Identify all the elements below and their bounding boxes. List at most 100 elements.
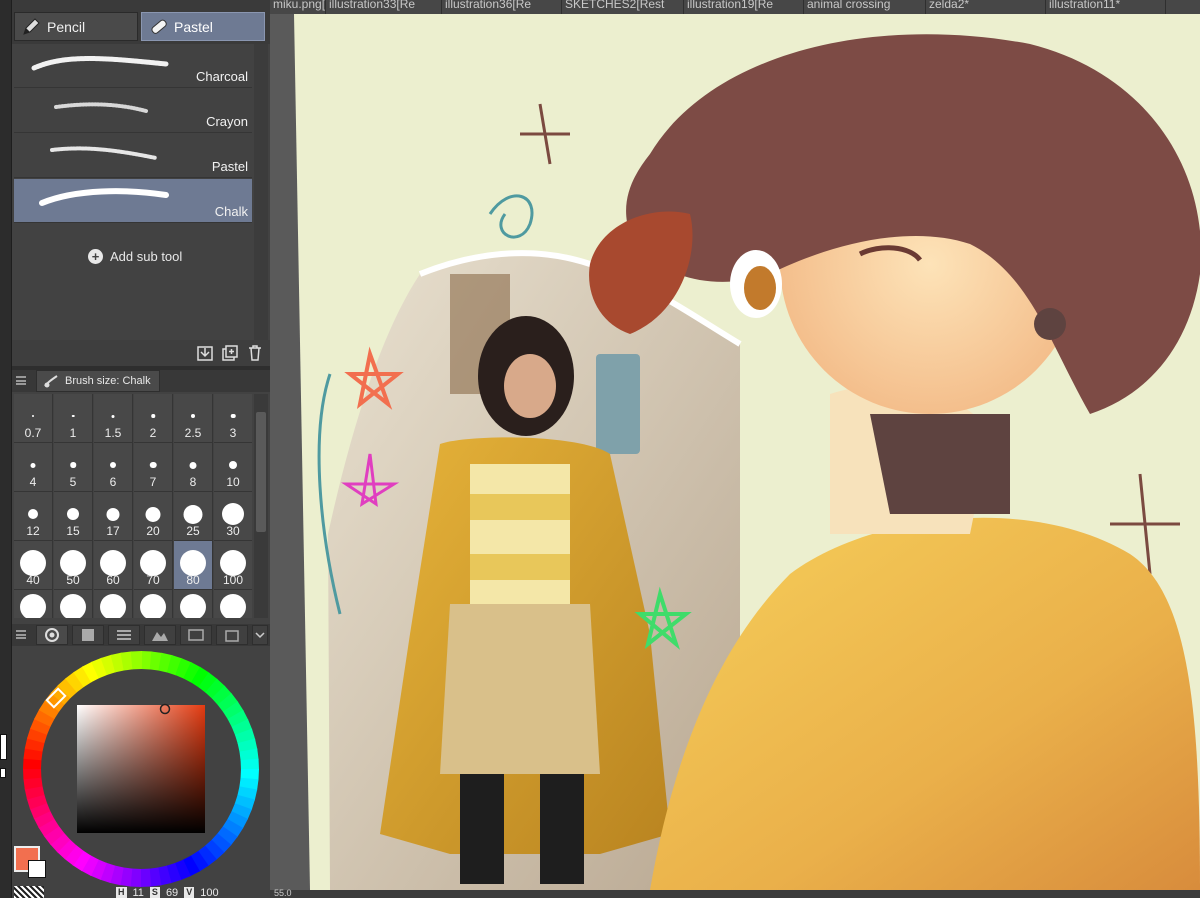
brush-size-cell[interactable]: 6: [94, 443, 133, 492]
brush-size-cell[interactable]: 70: [134, 541, 173, 590]
brush-size-cell[interactable]: 3: [214, 394, 252, 443]
tab-pastel[interactable]: Pastel: [141, 12, 265, 41]
tab-approximate-color[interactable]: [144, 625, 176, 645]
document-tab[interactable]: illustration33[Re: [326, 0, 442, 14]
document-tab[interactable]: animal crossing: [804, 0, 926, 14]
brush-size-cell[interactable]: 8: [174, 443, 213, 492]
brush-size-cell[interactable]: 15: [54, 492, 93, 541]
brush-size-dot: [71, 414, 75, 418]
subtool-list: Charcoal Crayon Pastel Chalk: [14, 44, 252, 224]
brush-size-cell[interactable]: [94, 590, 133, 618]
dock-color-swatch[interactable]: [0, 734, 7, 760]
brush-size-dot: [222, 503, 244, 525]
brush-size-scrollbar[interactable]: [254, 394, 268, 618]
panel-menu-icon[interactable]: [16, 630, 26, 639]
hue-segment[interactable]: [23, 767, 42, 780]
document-tab[interactable]: zelda2*: [926, 0, 1046, 14]
canvas-area: miku.png[illustration33[Re illustration36…: [270, 0, 1200, 898]
brush-size-dot: [30, 462, 36, 468]
tab-sub-view[interactable]: [216, 625, 248, 645]
trash-icon[interactable]: [246, 344, 264, 362]
color-wheel[interactable]: [22, 650, 260, 888]
brush-size-cell[interactable]: 2: [134, 394, 173, 443]
brush-size-cell[interactable]: 60: [94, 541, 133, 590]
brush-size-cell[interactable]: [134, 590, 173, 618]
brush-size-cell[interactable]: 2.5: [174, 394, 213, 443]
brush-size-grid: 0.7 1 1.5 2 2.5 3 4 5 6 7 8 10 12 15 17 20 25 30 40 50 60 70 8…: [14, 394, 252, 618]
brush-size-cell[interactable]: 40: [14, 541, 53, 590]
brush-size-cell[interactable]: 1.5: [94, 394, 133, 443]
add-subtool-button[interactable]: + Add sub tool: [88, 249, 182, 264]
brush-label: Crayon: [206, 114, 248, 129]
zoom-readout[interactable]: 55.0: [274, 888, 292, 898]
brush-size-cell[interactable]: 1: [54, 394, 93, 443]
brush-size-header: Brush size: Chalk: [12, 370, 270, 392]
document-tab[interactable]: miku.png[: [270, 0, 326, 14]
document-tab[interactable]: illustration19[Re: [684, 0, 804, 14]
sliders-icon: [117, 630, 131, 640]
brush-size-cell[interactable]: 25: [174, 492, 213, 541]
background-color-swatch[interactable]: [28, 860, 46, 878]
document-tab[interactable]: illustration36[Re: [442, 0, 562, 14]
character-iris: [744, 266, 776, 310]
brush-size-cell[interactable]: 0.7: [14, 394, 53, 443]
document-tab[interactable]: SKETCHES2[Rest: [562, 0, 684, 14]
hsv-h-label: H: [116, 887, 127, 898]
canvas[interactable]: [270, 14, 1200, 890]
panel-dropdown-button[interactable]: [252, 625, 268, 645]
subtool-list-scrollbar[interactable]: [254, 44, 268, 344]
mountain-icon: [152, 632, 168, 641]
brush-size-cell[interactable]: 30: [214, 492, 252, 541]
brush-size-dot: [189, 461, 197, 469]
tab-color-wheel[interactable]: [36, 625, 68, 645]
brush-size-value: 50: [66, 573, 80, 587]
brush-size-cell[interactable]: 100: [214, 541, 252, 590]
hue-segment[interactable]: [240, 758, 259, 771]
brush-icon: [44, 375, 58, 388]
transparent-color-swatch[interactable]: [14, 886, 44, 898]
brush-size-cell[interactable]: 7: [134, 443, 173, 492]
brush-item-chalk[interactable]: Chalk: [14, 179, 252, 223]
brush-size-cell[interactable]: 12: [14, 492, 53, 541]
color-set-icon: [82, 629, 94, 641]
brush-size-cell[interactable]: 4: [14, 443, 53, 492]
brush-size-cell[interactable]: 5: [54, 443, 93, 492]
brush-size-dot: [145, 506, 161, 522]
pencil-icon: [23, 17, 40, 35]
scrollbar-thumb[interactable]: [256, 412, 266, 532]
brush-item-crayon[interactable]: Crayon: [14, 89, 252, 133]
photo-face: [504, 354, 556, 418]
brush-size-dot: [110, 462, 116, 468]
brush-size-dot: [220, 594, 246, 618]
brush-size-cell[interactable]: 50: [54, 541, 93, 590]
brush-size-cell[interactable]: [214, 590, 252, 618]
tab-color-history[interactable]: [180, 625, 212, 645]
brush-size-tab[interactable]: Brush size: Chalk: [36, 370, 160, 392]
brush-item-pastel[interactable]: Pastel: [14, 134, 252, 178]
brush-item-charcoal[interactable]: Charcoal: [14, 44, 252, 88]
brush-size-value: 100: [222, 573, 244, 587]
import-icon[interactable]: [196, 344, 214, 362]
duplicate-icon[interactable]: [221, 344, 239, 362]
tab-intermediate-color[interactable]: [108, 625, 140, 645]
dock-color-swatch-small[interactable]: [0, 768, 6, 778]
brush-size-cell[interactable]: 17: [94, 492, 133, 541]
hue-segment[interactable]: [130, 651, 143, 670]
hue-segment[interactable]: [139, 868, 152, 887]
tab-color-set[interactable]: [72, 625, 104, 645]
document-tab-bar: miku.png[illustration33[Re illustration36…: [270, 0, 1200, 14]
brush-size-cell[interactable]: [174, 590, 213, 618]
brush-size-cell[interactable]: 80: [174, 541, 213, 590]
panel-menu-icon[interactable]: [16, 376, 26, 385]
brush-size-cell[interactable]: [54, 590, 93, 618]
brush-size-dot: [67, 508, 79, 520]
artwork-canvas[interactable]: [270, 14, 1200, 890]
brush-size-cell[interactable]: 20: [134, 492, 173, 541]
brush-size-cell[interactable]: [14, 590, 53, 618]
brush-size-dot: [20, 594, 46, 618]
document-tab[interactable]: illustration11*: [1046, 0, 1166, 14]
history-icon: [188, 629, 204, 641]
brush-stroke-preview: [50, 146, 158, 160]
brush-size-cell[interactable]: 10: [214, 443, 252, 492]
tab-pencil[interactable]: Pencil: [14, 12, 138, 41]
